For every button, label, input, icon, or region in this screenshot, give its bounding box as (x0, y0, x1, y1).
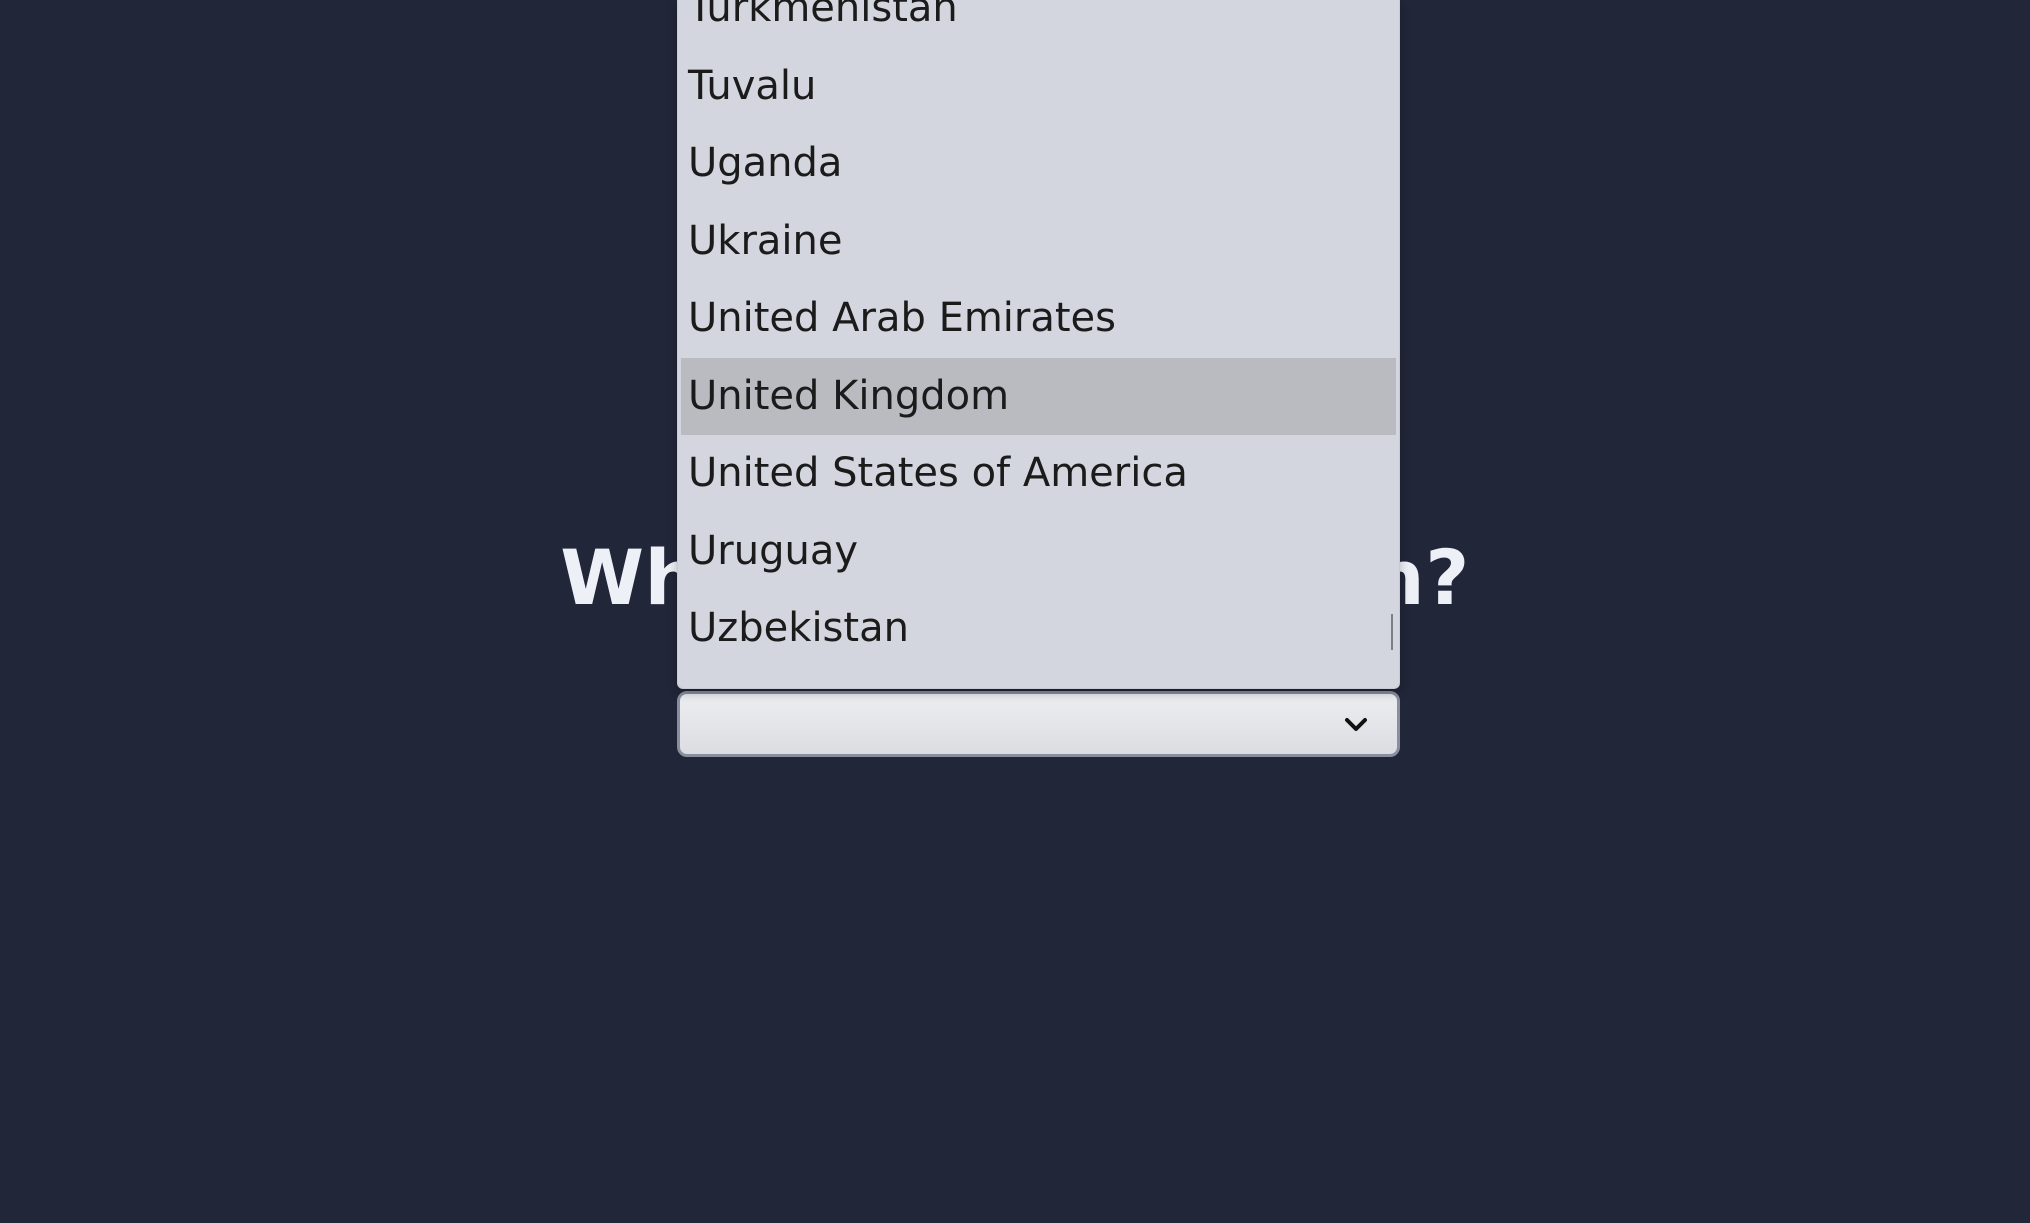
chevron-down-icon (1345, 718, 1367, 731)
country-option[interactable]: Uzbekistan (681, 590, 1396, 668)
page: Where are you from? Turkmenistan Tuvalu … (0, 0, 2030, 1223)
country-option[interactable]: United Arab Emirates (681, 280, 1396, 358)
country-option[interactable]: Uganda (681, 125, 1396, 203)
country-options: Turkmenistan Tuvalu Uganda Ukraine Unite… (681, 0, 1396, 668)
dropdown-scrollbar-thumb[interactable] (1391, 614, 1393, 650)
country-dropdown-list[interactable]: Turkmenistan Tuvalu Uganda Ukraine Unite… (677, 0, 1400, 689)
country-option[interactable]: Turkmenistan (681, 0, 1396, 48)
country-select[interactable] (677, 691, 1400, 757)
country-option[interactable]: Tuvalu (681, 48, 1396, 126)
country-option[interactable]: Uruguay (681, 513, 1396, 591)
country-option[interactable]: Ukraine (681, 203, 1396, 281)
country-option-highlighted[interactable]: United Kingdom (681, 357, 1396, 435)
country-option[interactable]: United States of America (681, 435, 1396, 513)
